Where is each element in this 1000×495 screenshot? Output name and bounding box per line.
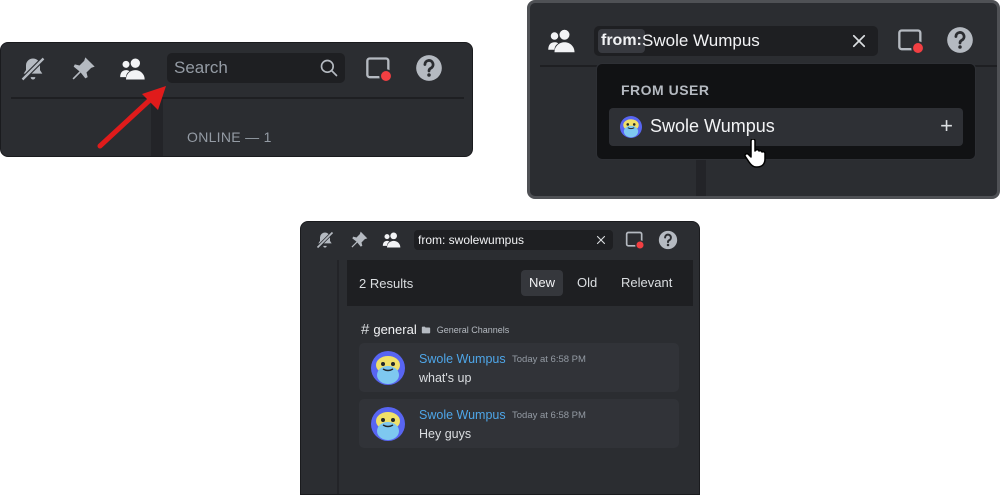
message-timestamp: Today at 6:58 PM — [512, 410, 586, 421]
members-icon[interactable] — [547, 26, 577, 56]
channel-heading[interactable]: # general General Channels — [361, 321, 509, 338]
channel-category: General Channels — [436, 324, 510, 335]
message-author[interactable]: Swole Wumpus — [419, 352, 506, 366]
user-option-name: Swole Wumpus — [650, 116, 775, 136]
avatar — [371, 351, 405, 385]
member-list-header: ONLINE — 1 — [187, 129, 272, 145]
inbox-icon[interactable] — [897, 27, 925, 55]
bell-slash-icon[interactable] — [315, 230, 335, 250]
clear-icon[interactable] — [850, 32, 868, 50]
tab-relevant[interactable]: Relevant — [613, 270, 680, 296]
dropdown-title: FROM USER — [621, 82, 710, 98]
search-placeholder: Search — [174, 58, 228, 77]
channel-toolbar: Search — [1, 43, 472, 95]
members-icon[interactable] — [382, 230, 402, 250]
results-header: 2 Results New Old Relevant — [347, 260, 693, 306]
channel-column — [311, 260, 339, 494]
bell-slash-icon[interactable] — [19, 55, 47, 83]
channel-name: general — [373, 322, 417, 337]
search-value: Swole Wumpus — [642, 31, 760, 50]
hash-icon: # — [361, 321, 370, 338]
search-result-message[interactable]: Swole Wumpus Today at 6:58 PM Hey guys — [359, 399, 679, 448]
members-icon[interactable] — [119, 55, 147, 83]
plus-icon[interactable]: + — [940, 114, 953, 138]
search-filter-token: from: — [598, 29, 645, 53]
search-autocomplete-panel: from: Swole Wumpus FROM USER Swole Wumpu… — [527, 0, 1000, 199]
pin-icon[interactable] — [349, 230, 369, 250]
results-count: 2 Results — [359, 276, 414, 291]
folder-icon — [421, 325, 431, 335]
search-input[interactable]: from: Swole Wumpus — [594, 26, 878, 56]
tab-new[interactable]: New — [521, 270, 564, 296]
message-timestamp: Today at 6:58 PM — [512, 354, 586, 365]
clear-icon[interactable] — [595, 234, 607, 246]
pin-icon[interactable] — [69, 55, 97, 83]
search-value: from: swolewumpus — [418, 233, 525, 247]
message-text: Hey guys — [419, 427, 472, 441]
avatar — [620, 116, 642, 138]
help-icon[interactable] — [415, 54, 443, 82]
results-list: # general General Channels Swole Wumpus … — [347, 306, 693, 494]
message-author[interactable]: Swole Wumpus — [419, 408, 506, 422]
help-icon[interactable] — [658, 230, 678, 250]
message-text: what's up — [419, 371, 472, 385]
help-icon[interactable] — [946, 26, 974, 54]
channel-header-default: Search ONLINE — 1 — [0, 42, 473, 157]
user-option[interactable]: Swole Wumpus + — [609, 108, 963, 146]
avatar — [371, 407, 405, 441]
search-input[interactable]: Search — [167, 53, 345, 83]
tab-old[interactable]: Old — [569, 270, 605, 296]
search-results-panel: from: swolewumpus 2 Results New Old Rele… — [300, 221, 700, 495]
arrow-icon — [97, 86, 166, 149]
search-icon — [319, 58, 339, 78]
search-input[interactable]: from: swolewumpus — [414, 230, 613, 250]
header-divider — [11, 97, 464, 99]
pointer-cursor-icon — [744, 139, 766, 168]
inbox-icon[interactable] — [625, 230, 645, 250]
from-user-dropdown: FROM USER Swole Wumpus + — [596, 63, 976, 160]
search-result-message[interactable]: Swole Wumpus Today at 6:58 PM what's up — [359, 343, 679, 392]
inbox-icon[interactable] — [365, 55, 393, 83]
